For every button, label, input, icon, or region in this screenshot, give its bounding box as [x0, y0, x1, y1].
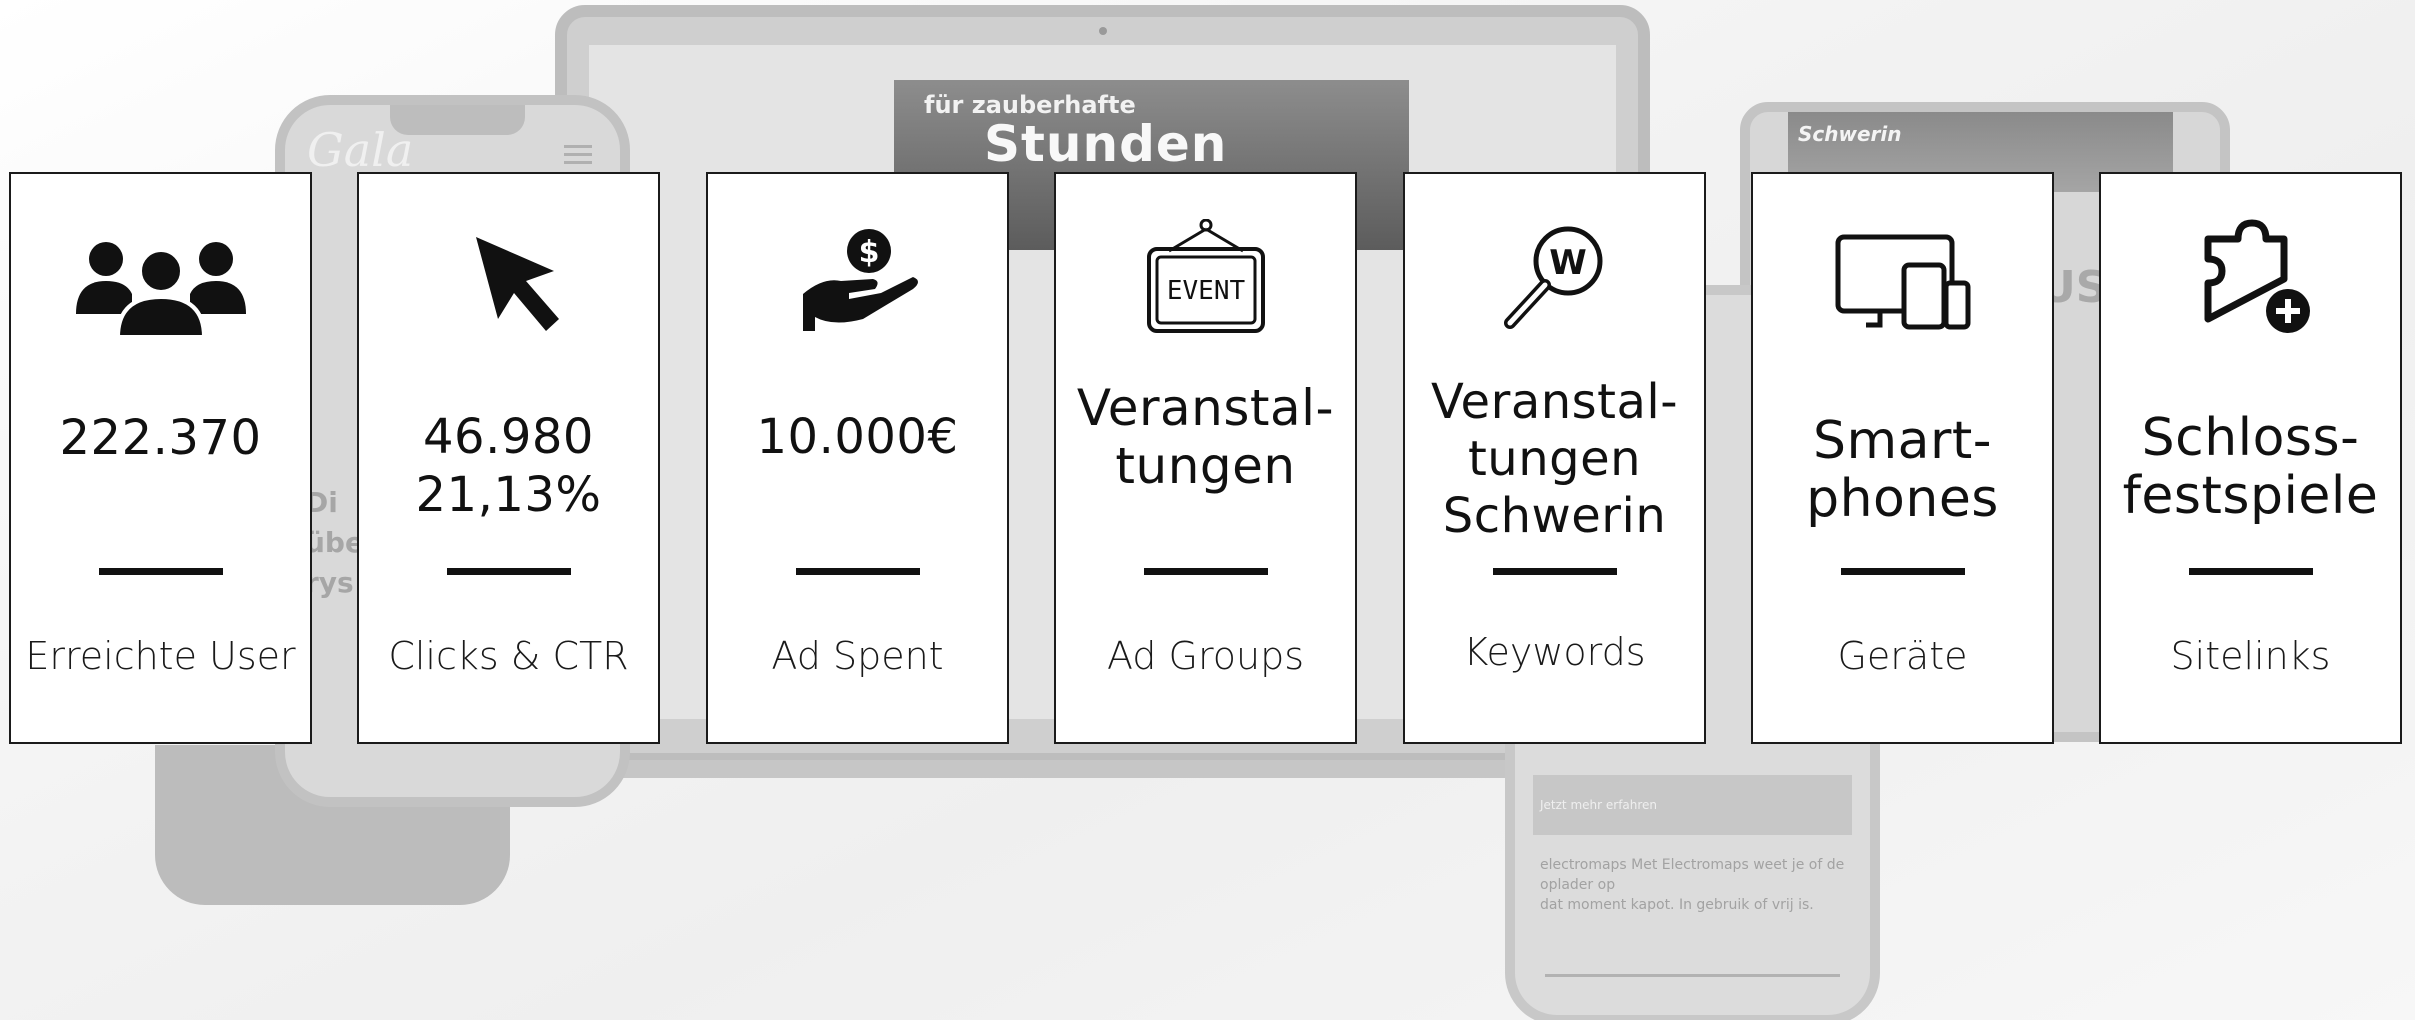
divider [795, 568, 920, 575]
divider [2188, 568, 2313, 575]
divider [1492, 568, 1617, 575]
money-hand-icon: $ [763, 219, 953, 339]
card-ad-spent: $ 10.000€ Ad Spent [706, 172, 1009, 744]
metric-label: Ad Groups [1106, 634, 1304, 678]
metric-label: Clicks & CTR [388, 634, 629, 678]
phone-right-post-text: electromaps Met Electromaps weet je of d… [1540, 857, 1845, 913]
divider [1143, 568, 1268, 575]
phone-left-text: Di übe rys [305, 486, 364, 599]
metric-label: Keywords [1463, 630, 1646, 674]
laptop-headline-large: Stunden [984, 115, 1228, 173]
card-clicks-ctr: 46.980 21,13% Clicks & CTR [357, 172, 660, 744]
phone-right-caption: Jetzt mehr erfahren [1540, 798, 1658, 812]
card-reached-users: 222.370 Erreichte User [9, 172, 312, 744]
laptop-camera [1098, 27, 1107, 35]
metric-value: Smart- phones [1806, 411, 1999, 529]
metric-value: Schloss- festspiele [2122, 408, 2379, 526]
metric-value: 10.000€ [756, 409, 959, 465]
cursor-arrow-icon [414, 219, 604, 339]
devices-icon [1808, 219, 1998, 339]
users-group-icon [66, 219, 256, 339]
metric-label: Geräte [1837, 634, 1968, 678]
svg-text:EVENT: EVENT [1166, 276, 1245, 306]
card-sitelinks: Schloss- festspiele Sitelinks [2099, 172, 2402, 744]
card-ad-groups: EVENT Veranstal- tungen Ad Groups [1054, 172, 1357, 744]
card-devices: Smart- phones Geräte [1751, 172, 2054, 744]
home-indicator [1545, 974, 1840, 977]
menu-icon [564, 145, 592, 148]
divider [1840, 568, 1965, 575]
tablet-label: Schwerin [1798, 122, 1902, 146]
divider [446, 568, 571, 575]
keyword-search-icon: W [1460, 219, 1650, 339]
metric-value: 46.980 21,13% [415, 409, 602, 523]
event-sign-icon: EVENT [1111, 219, 1301, 339]
divider [98, 568, 223, 575]
phone-left-logo: Gala [307, 123, 414, 177]
svg-text:W: W [1549, 243, 1587, 283]
metric-label: Ad Spent [771, 634, 944, 678]
metric-value: Veranstal- tungen [1076, 379, 1335, 495]
card-keywords: W Veranstal- tungen Schwerin Keywords [1403, 172, 1706, 744]
metric-value: Veranstal- tungen Schwerin [1430, 374, 1679, 544]
svg-text:$: $ [858, 235, 879, 270]
laptop-base [540, 760, 1670, 778]
metric-label: Sitelinks [2170, 634, 2331, 678]
puzzle-plus-icon [2156, 219, 2346, 339]
metric-label: Erreichte User [25, 634, 296, 678]
metric-value: 222.370 [59, 410, 262, 466]
